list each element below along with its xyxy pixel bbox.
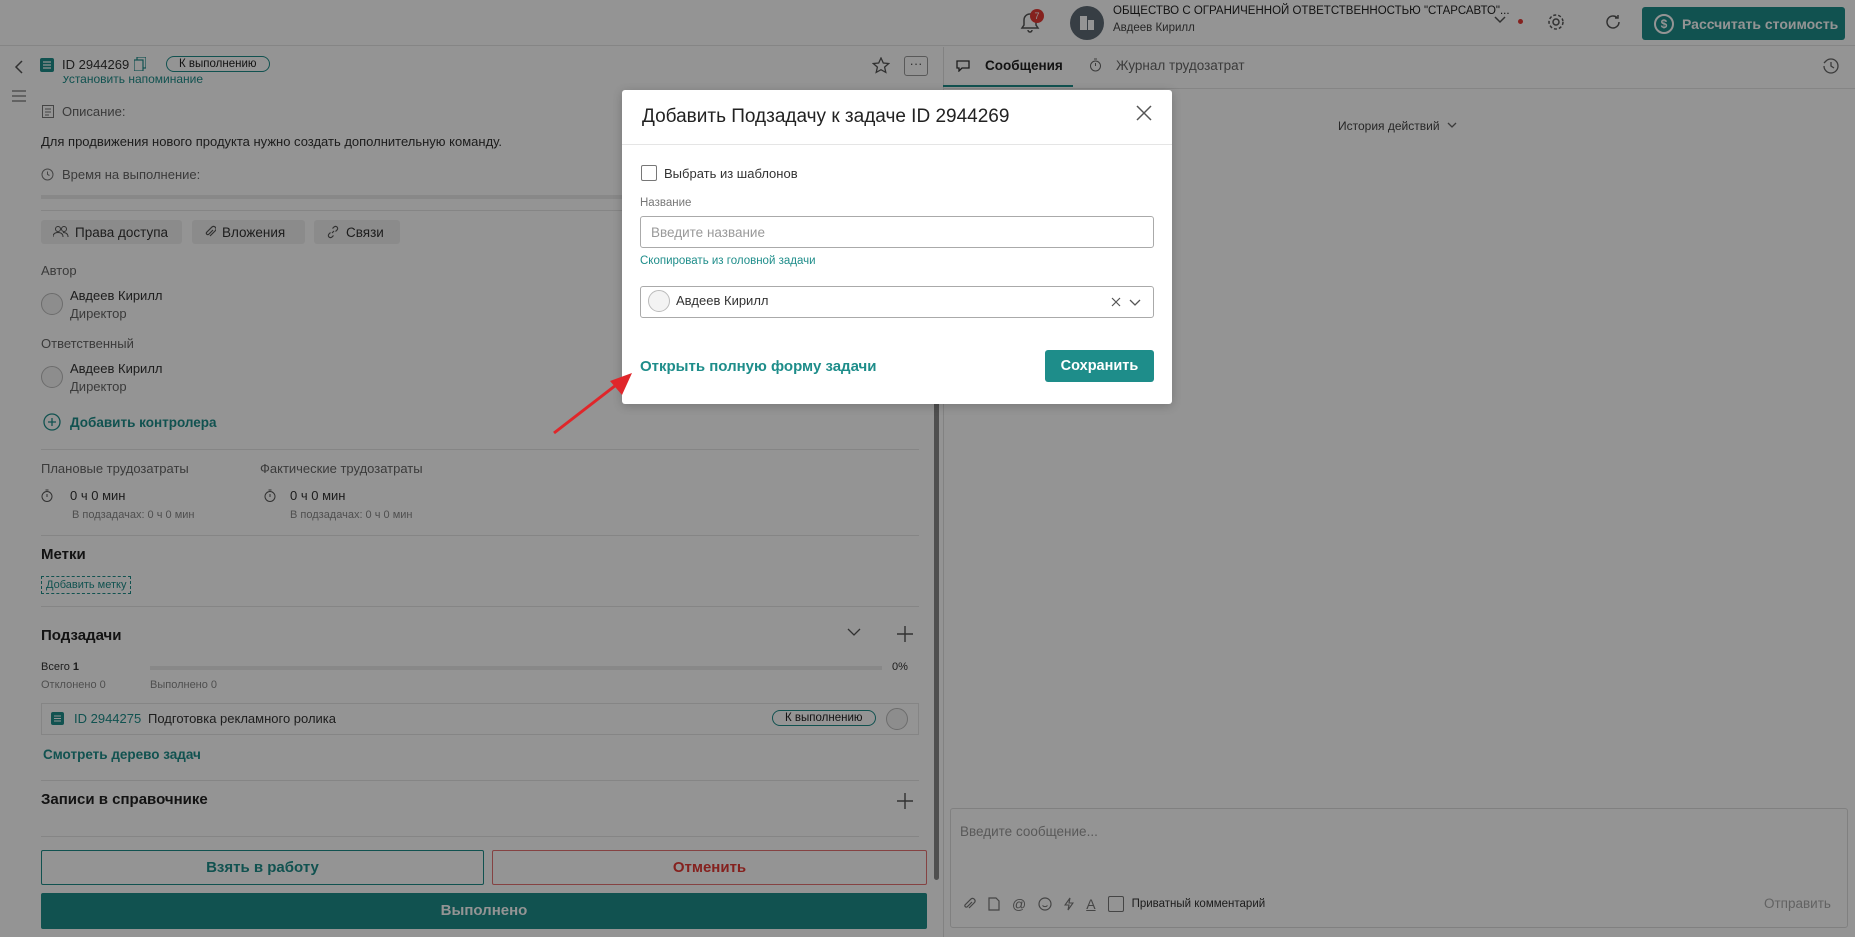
avatar — [648, 290, 670, 312]
divider — [622, 144, 1172, 145]
copy-from-parent-link[interactable]: Скопировать из головной задачи — [640, 255, 816, 267]
clear-icon[interactable] — [1111, 297, 1121, 307]
open-full-form-link[interactable]: Открыть полную форму задачи — [640, 358, 876, 375]
name-input[interactable] — [640, 216, 1154, 248]
assignee-name: Авдеев Кирилл — [676, 293, 769, 308]
close-icon[interactable] — [1136, 105, 1152, 121]
save-button[interactable]: Сохранить — [1045, 350, 1154, 382]
add-subtask-dialog: Добавить Подзадачу к задаче ID 2944269 В… — [622, 90, 1172, 404]
dialog-title: Добавить Подзадачу к задаче ID 2944269 — [642, 106, 1010, 127]
chevron-down-icon[interactable] — [1129, 299, 1141, 306]
template-checkbox[interactable] — [641, 165, 657, 181]
annotation-arrow — [553, 373, 632, 435]
template-checkbox-label: Выбрать из шаблонов — [664, 166, 798, 181]
name-label: Название — [640, 197, 692, 209]
